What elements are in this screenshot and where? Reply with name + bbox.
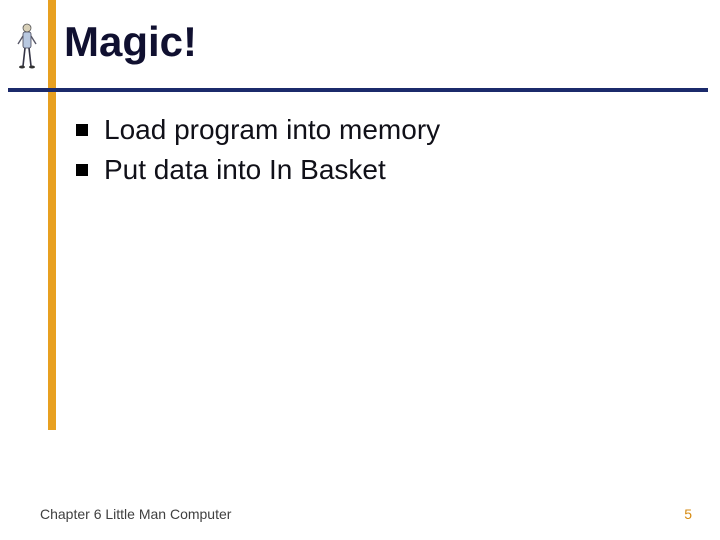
- list-item: Put data into In Basket: [76, 152, 676, 188]
- bullet-text: Put data into In Basket: [104, 152, 386, 188]
- footer-chapter: Chapter 6 Little Man Computer: [40, 506, 231, 522]
- slide-body: Load program into memory Put data into I…: [76, 112, 676, 193]
- slide-title: Magic!: [64, 18, 197, 66]
- bullet-text: Load program into memory: [104, 112, 440, 148]
- square-bullet-icon: [76, 124, 88, 136]
- square-bullet-icon: [76, 164, 88, 176]
- footer-page-number: 5: [684, 506, 692, 522]
- title-underline: [8, 88, 708, 92]
- list-item: Load program into memory: [76, 112, 676, 148]
- accent-bar: [48, 0, 56, 430]
- little-man-figure-icon: [16, 22, 38, 70]
